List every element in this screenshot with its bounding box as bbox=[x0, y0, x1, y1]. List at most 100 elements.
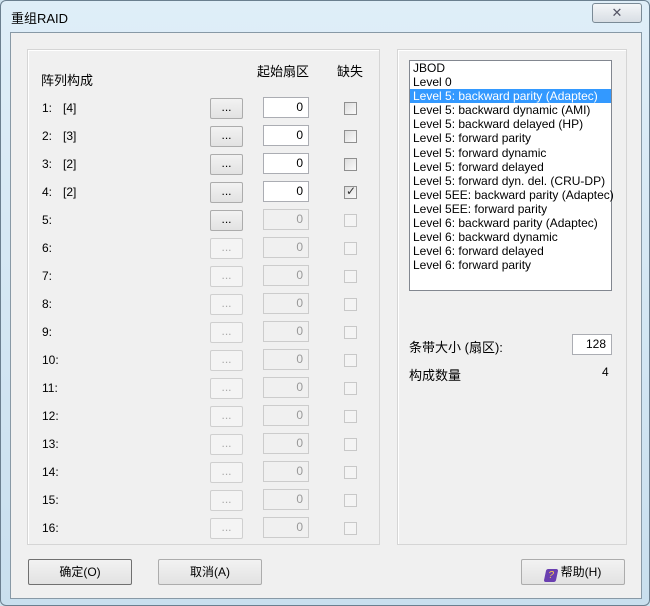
row-label: 4: bbox=[42, 185, 53, 199]
raid-level-option[interactable]: Level 5: backward dynamic (AMI) bbox=[410, 103, 611, 117]
row-label: 5: bbox=[42, 213, 53, 227]
start-sector-input[interactable]: 0 bbox=[263, 489, 309, 510]
cancel-label: 取消(A) bbox=[190, 565, 230, 579]
member-count-value: 4 bbox=[602, 365, 609, 379]
start-sector-input[interactable]: 0 bbox=[263, 125, 309, 146]
raid-level-option[interactable]: Level 5: backward parity (Adaptec) bbox=[410, 89, 611, 104]
start-sector-input[interactable]: 0 bbox=[263, 321, 309, 342]
raid-level-option[interactable]: JBOD bbox=[410, 61, 611, 75]
raid-level-option[interactable]: Level 5EE: backward parity (Adaptec) bbox=[410, 188, 614, 202]
missing-checkbox[interactable] bbox=[344, 522, 357, 535]
missing-checkbox[interactable] bbox=[344, 158, 357, 171]
raid-level-option[interactable]: Level 5: forward dyn. del. (CRU-DP) bbox=[410, 174, 611, 188]
raid-level-option[interactable]: Level 5: backward delayed (HP) bbox=[410, 117, 611, 131]
start-sector-input[interactable]: 0 bbox=[263, 97, 309, 118]
row-label: 1: bbox=[42, 101, 53, 115]
dialog-client: 阵列构成 起始扇区 缺失 1: [4] ... 0 2: [3] ... 0 3… bbox=[10, 32, 642, 599]
browse-disk-button[interactable]: ... bbox=[210, 378, 243, 399]
row-label: 12: bbox=[42, 409, 59, 423]
raid-level-option[interactable]: Level 5: forward parity bbox=[410, 131, 611, 145]
row-label: 3: bbox=[42, 157, 53, 171]
start-sector-input[interactable]: 0 bbox=[263, 349, 309, 370]
browse-disk-button[interactable]: ... bbox=[210, 406, 243, 427]
missing-header: 缺失 bbox=[337, 64, 364, 79]
help-book-icon: ? bbox=[543, 569, 559, 582]
dialog-window: 重组RAID ✕ 阵列构成 起始扇区 缺失 1: [4] ... 0 2: [3… bbox=[0, 0, 650, 606]
array-header: 阵列构成 bbox=[41, 73, 94, 88]
array-composition-group: 阵列构成 起始扇区 缺失 1: [4] ... 0 2: [3] ... 0 3… bbox=[27, 49, 380, 545]
raid-level-option[interactable]: Level 6: backward dynamic bbox=[410, 230, 611, 244]
member-count-label: 构成数量 bbox=[409, 368, 462, 383]
window-title: 重组RAID bbox=[11, 11, 69, 26]
browse-disk-button[interactable]: ... bbox=[210, 238, 243, 259]
raid-level-option[interactable]: Level 6: backward parity (Adaptec) bbox=[410, 216, 611, 230]
browse-disk-button[interactable]: ... bbox=[210, 182, 243, 203]
close-button[interactable]: ✕ bbox=[592, 3, 642, 23]
start-sector-header: 起始扇区 bbox=[257, 64, 310, 79]
row-disk: [3] bbox=[63, 129, 77, 143]
browse-disk-button[interactable]: ... bbox=[210, 266, 243, 287]
browse-disk-button[interactable]: ... bbox=[210, 294, 243, 315]
missing-checkbox[interactable] bbox=[344, 214, 357, 227]
raid-level-option[interactable]: Level 6: forward delayed bbox=[410, 244, 611, 258]
row-label: 6: bbox=[42, 241, 53, 255]
browse-disk-button[interactable]: ... bbox=[210, 462, 243, 483]
raid-level-option[interactable]: Level 0 bbox=[410, 75, 611, 89]
raid-level-option[interactable]: Level 5EE: forward parity bbox=[410, 202, 611, 216]
row-label: 8: bbox=[42, 297, 53, 311]
row-label: 10: bbox=[42, 353, 59, 367]
missing-checkbox[interactable] bbox=[344, 354, 357, 367]
start-sector-input[interactable]: 0 bbox=[263, 293, 309, 314]
row-label: 2: bbox=[42, 129, 53, 143]
start-sector-input[interactable]: 0 bbox=[263, 153, 309, 174]
missing-checkbox[interactable] bbox=[344, 242, 357, 255]
missing-checkbox[interactable] bbox=[344, 410, 357, 423]
browse-disk-button[interactable]: ... bbox=[210, 434, 243, 455]
help-label: 帮助(H) bbox=[560, 565, 602, 579]
raid-level-option[interactable]: Level 5: forward dynamic bbox=[410, 146, 611, 160]
missing-checkbox[interactable] bbox=[344, 494, 357, 507]
row-label: 16: bbox=[42, 521, 59, 535]
row-label: 9: bbox=[42, 325, 53, 339]
start-sector-input[interactable]: 0 bbox=[263, 517, 309, 538]
stripe-size-label: 条带大小 (扇区): bbox=[409, 340, 503, 355]
start-sector-input[interactable]: 0 bbox=[263, 461, 309, 482]
stripe-size-input[interactable]: 128 bbox=[572, 334, 612, 355]
browse-disk-button[interactable]: ... bbox=[210, 98, 243, 119]
missing-checkbox[interactable] bbox=[344, 382, 357, 395]
browse-disk-button[interactable]: ... bbox=[210, 518, 243, 539]
browse-disk-button[interactable]: ... bbox=[210, 350, 243, 371]
start-sector-input[interactable]: 0 bbox=[263, 433, 309, 454]
start-sector-input[interactable]: 0 bbox=[263, 265, 309, 286]
missing-checkbox[interactable] bbox=[344, 466, 357, 479]
start-sector-input[interactable]: 0 bbox=[263, 209, 309, 230]
missing-checkbox[interactable] bbox=[344, 438, 357, 451]
row-label: 13: bbox=[42, 437, 59, 451]
row-label: 11: bbox=[42, 381, 58, 395]
help-button[interactable]: ? 帮助(H) bbox=[521, 559, 625, 585]
start-sector-input[interactable]: 0 bbox=[263, 181, 309, 202]
browse-disk-button[interactable]: ... bbox=[210, 490, 243, 511]
raid-level-option[interactable]: Level 5: forward delayed bbox=[410, 160, 611, 174]
raid-level-listbox[interactable]: JBOD Level 0 Level 5: backward parity (Ada… bbox=[409, 60, 614, 291]
cancel-button[interactable]: 取消(A) bbox=[158, 559, 262, 585]
missing-checkbox[interactable] bbox=[344, 184, 357, 199]
raid-level-option[interactable]: Level 6: forward parity bbox=[410, 258, 611, 272]
browse-disk-button[interactable]: ... bbox=[210, 126, 243, 147]
row-disk: [2] bbox=[63, 185, 77, 199]
missing-checkbox[interactable] bbox=[344, 130, 357, 143]
ok-button[interactable]: 确定(O) bbox=[28, 559, 132, 585]
browse-disk-button[interactable]: ... bbox=[210, 322, 243, 343]
row-label: 14: bbox=[42, 465, 59, 479]
start-sector-input[interactable]: 0 bbox=[263, 405, 309, 426]
missing-checkbox[interactable] bbox=[344, 298, 357, 311]
start-sector-input[interactable]: 0 bbox=[263, 237, 309, 258]
browse-disk-button[interactable]: ... bbox=[210, 154, 243, 175]
browse-disk-button[interactable]: ... bbox=[210, 210, 243, 231]
missing-checkbox[interactable] bbox=[344, 270, 357, 283]
missing-checkbox[interactable] bbox=[344, 326, 357, 339]
missing-checkbox[interactable] bbox=[344, 102, 357, 115]
close-icon: ✕ bbox=[611, 5, 623, 20]
start-sector-input[interactable]: 0 bbox=[263, 377, 309, 398]
row-disk: [2] bbox=[63, 157, 77, 171]
